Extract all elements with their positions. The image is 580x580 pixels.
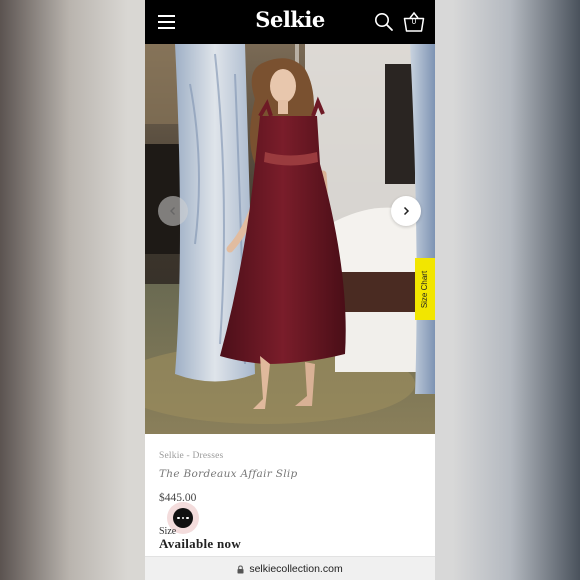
- size-chart-tab[interactable]: Size Chart: [415, 258, 435, 320]
- next-image-button[interactable]: [391, 196, 421, 226]
- phone-screen: Selkie 0 Size Chart Selkie - Dresses The…: [145, 0, 435, 580]
- url-text: selkiecollection.com: [249, 563, 343, 575]
- site-header: Selkie 0: [145, 0, 435, 44]
- product-title: The Bordeaux Affair Slip: [159, 468, 298, 480]
- breadcrumb[interactable]: Selkie - Dresses: [159, 451, 223, 461]
- availability-status: Available now: [159, 536, 242, 551]
- search-icon[interactable]: [374, 12, 394, 32]
- cart-count-badge: 0: [411, 17, 417, 26]
- product-photo: [145, 44, 435, 434]
- chevron-right-icon: [403, 206, 410, 216]
- lock-icon: [237, 564, 244, 573]
- previous-image-button[interactable]: [158, 196, 188, 226]
- chevron-left-icon: [170, 207, 175, 215]
- chat-bubble-icon: [173, 508, 193, 528]
- product-image-carousel[interactable]: Size Chart: [145, 44, 435, 434]
- size-chart-label: Size Chart: [420, 270, 430, 308]
- browser-url-bar[interactable]: selkiecollection.com: [145, 556, 435, 580]
